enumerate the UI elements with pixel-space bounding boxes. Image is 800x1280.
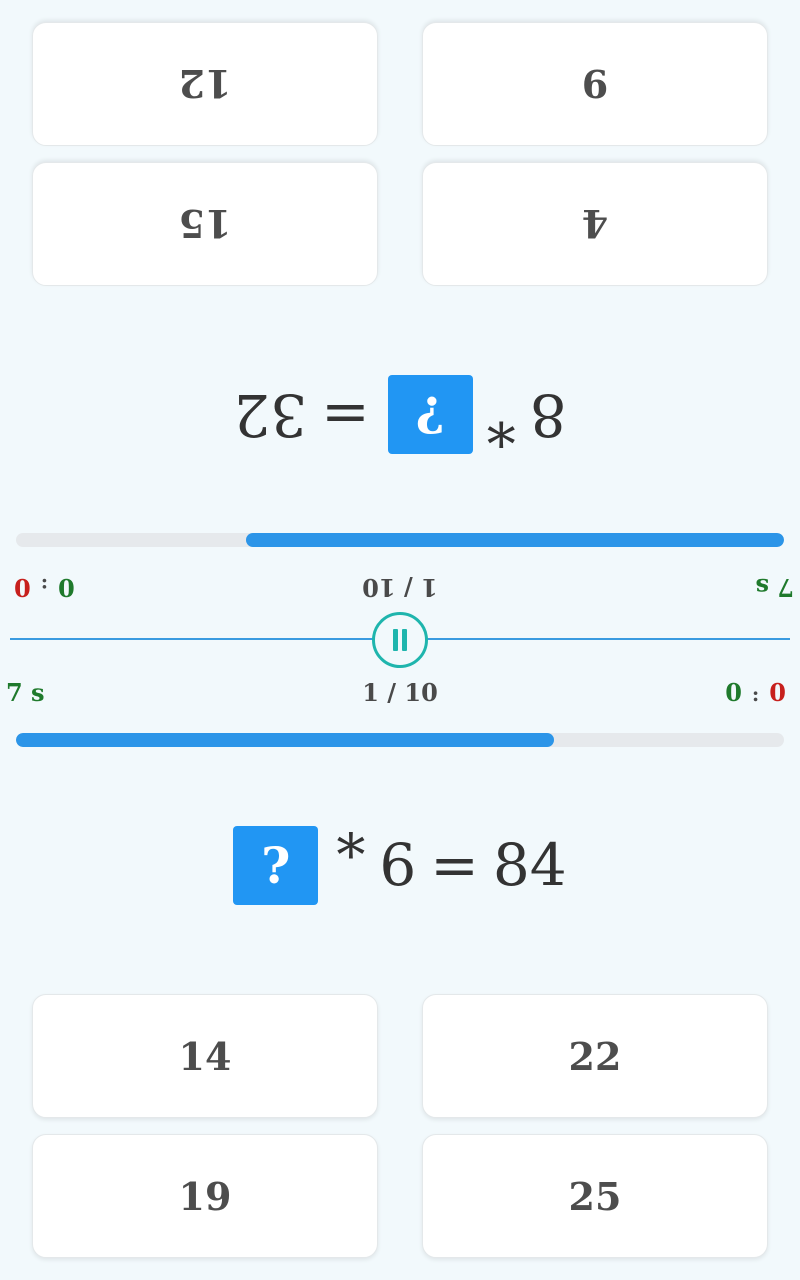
top-score-separator: : [40, 574, 49, 598]
top-score-opponent: 0 [14, 573, 31, 602]
top-result: 32 [233, 381, 308, 449]
top-answer-button-1[interactable]: 12 [32, 22, 378, 146]
top-score-own: 0 [58, 573, 75, 602]
top-equals-sign: = [321, 381, 370, 449]
bottom-player-panel: 7 s 1 / 10 0 : 0 ? * 6 = 84 14 22 19 25 [0, 640, 800, 1280]
bottom-time-progress [16, 733, 784, 747]
top-answer-button-3[interactable]: 15 [32, 162, 378, 286]
bottom-round-counter: 1 / 10 [362, 678, 438, 707]
top-unknown-box: ? [387, 375, 473, 455]
bottom-unknown-box: ? [233, 825, 319, 905]
duel-game-screen: 12 9 15 4 8 * ? = 32 7 s 1 / 10 0: 0 7 … [0, 0, 800, 1280]
bottom-answer-button-2[interactable]: 22 [422, 994, 768, 1118]
top-operand: 8 [529, 381, 567, 449]
bottom-answer-button-1[interactable]: 14 [32, 994, 378, 1118]
bottom-equals-sign: = [430, 831, 479, 899]
bottom-unknown-label: ? [261, 835, 291, 895]
bottom-operand: 6 [379, 831, 417, 899]
bottom-info-row: 7 s 1 / 10 0 : 0 [0, 678, 800, 708]
top-answer-button-4[interactable]: 4 [422, 162, 768, 286]
top-score: 0 : 0 [14, 573, 75, 602]
top-info-row: 7 s 1 / 10 0 : 0 [0, 572, 800, 602]
bottom-equation: ? * 6 = 84 [0, 821, 800, 905]
bottom-result: 84 [492, 831, 567, 899]
top-operator: * [486, 391, 516, 459]
bottom-answer-button-3[interactable]: 19 [32, 1134, 378, 1258]
top-round-counter: 1 / 10 [362, 573, 438, 602]
bottom-score-opponent: 0 [769, 678, 786, 707]
top-time-progress [16, 533, 784, 547]
top-unknown-label: ? [415, 385, 445, 445]
bottom-score-own: 0 [725, 678, 742, 707]
bottom-score-separator: : [751, 682, 760, 706]
top-answer-button-2[interactable]: 9 [422, 22, 768, 146]
top-equation: 8 * ? = 32 [0, 375, 800, 459]
top-time-progress-fill [246, 533, 784, 547]
top-player-panel: 12 9 15 4 8 * ? = 32 7 s 1 / 10 0: 0 [0, 0, 800, 640]
bottom-operator: * [336, 821, 366, 889]
bottom-score: 0 : 0 [725, 678, 786, 707]
bottom-answer-button-4[interactable]: 25 [422, 1134, 768, 1258]
bottom-time-progress-fill [16, 733, 554, 747]
